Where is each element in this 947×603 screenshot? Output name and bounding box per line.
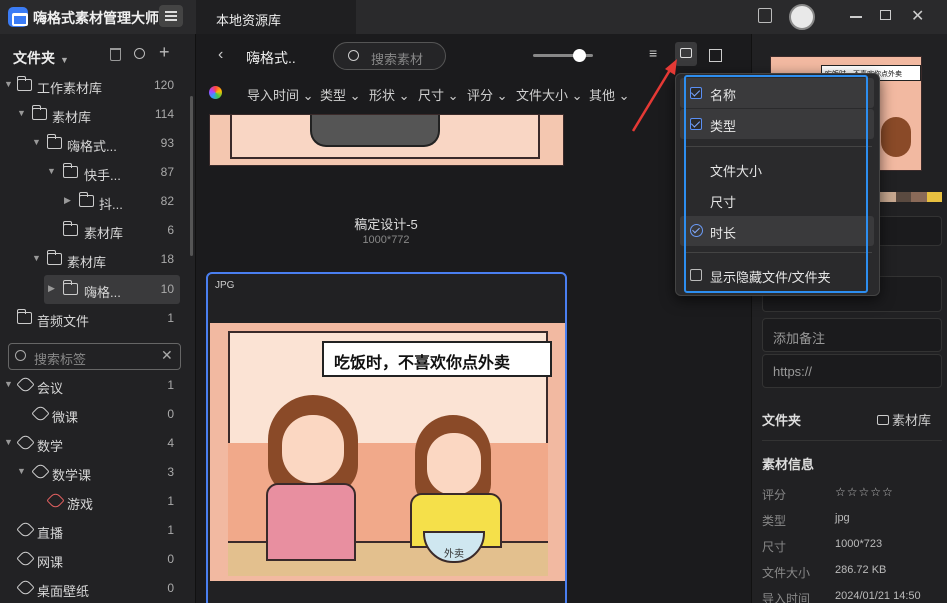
sidebar-tag[interactable]: ▼ 数学 4 [0,429,190,458]
color-swatch[interactable] [880,192,896,202]
search-icon[interactable] [134,48,145,59]
asset-dimensions: 1000*772 [362,234,410,246]
folder-icon [62,280,78,295]
sidebar-tag[interactable]: 直播 1 [0,516,190,545]
rating-stars[interactable]: ☆☆☆☆☆ [835,485,894,499]
panel-toggle-icon[interactable] [758,8,772,23]
tag-icon [31,404,50,423]
minimize-icon[interactable] [850,16,862,18]
url-input[interactable]: https:// [762,354,942,388]
filter-type[interactable]: 类型 ⌄ [320,85,361,104]
sidebar-tag[interactable]: 网课 0 [0,545,190,574]
highlight-box [684,75,868,293]
folder-icon [877,415,889,425]
info-label: 评分 [762,488,787,502]
tab-local-library[interactable]: 本地资源库 [196,0,356,34]
color-swatch[interactable] [926,192,942,202]
folder-icon [62,163,78,178]
color-swatch[interactable] [911,192,927,202]
sidebar: 文件夹 ▼ + ▼ 工作素材库 120 ▼ 素材库 114 ▼ 嗨格式... 93 ▼ 快手..… [0,34,196,603]
folder-icon [16,76,32,91]
sidebar-folder[interactable]: ▼ 工作素材库 120 [0,71,190,100]
close-icon[interactable]: ✕ [911,6,924,26]
folder-icon [78,192,94,207]
sidebar-folder[interactable]: ▼ 素材库 114 [0,100,190,129]
app-logo-icon [8,7,28,27]
asset-thumbnail[interactable] [209,114,564,166]
info-value: 1000*723 [835,538,883,550]
asset-card-selected[interactable]: JPG 吃饭时，不喜欢你点外卖 外卖 [206,272,567,603]
sidebar-folder[interactable]: 素材库 6 [0,216,190,245]
color-swatches [880,192,942,202]
filter-rating[interactable]: 评分 ⌄ [467,85,508,104]
title-bar: 嗨格式素材管理大师 本地资源库 ✕ [0,0,947,34]
folder-value[interactable]: 素材库 [877,410,931,429]
sidebar-tag[interactable]: 桌面壁纸 0 [0,574,190,603]
color-swatch[interactable] [895,192,911,202]
info-label: 导入时间 [762,592,811,603]
maximize-icon[interactable] [880,10,891,20]
info-title: 素材信息 [762,457,815,472]
tag-icon [16,520,35,539]
slider-handle[interactable] [573,49,586,62]
info-value: 2024/01/21 14:50 [835,590,921,602]
sidebar-folder[interactable]: ▼ 快手... 87 [0,158,190,187]
folder-icon [46,250,62,265]
note-input[interactable]: 添加备注 [762,318,942,352]
trash-icon[interactable] [110,48,121,61]
folder-icon [62,221,78,236]
asset-name: 稿定设计-5 [354,217,418,232]
asset-image: 吃饭时，不喜欢你点外卖 外卖 [210,323,565,581]
sidebar-folder[interactable]: 音频文件 1 [0,304,190,333]
tag-icon [16,433,35,452]
filter-import-time[interactable]: 导入时间 ⌄ [247,85,314,104]
filter-size[interactable]: 尺寸 ⌄ [418,85,459,104]
tag-icon [16,578,35,597]
sidebar-tag[interactable]: ▼ 会议 1 [0,371,190,400]
tag-search-input[interactable]: 搜索标签 ✕ [8,343,181,370]
avatar[interactable] [789,4,815,30]
folder-label: 文件夹 [762,413,802,428]
sidebar-tag[interactable]: 游戏 1 [0,487,190,516]
folder-icon [31,105,47,120]
tag-icon [16,375,35,394]
type-badge: JPG [215,280,235,291]
search-icon [15,350,26,361]
filter-other[interactable]: 其他 ⌄ [589,85,630,104]
grid-icon[interactable] [709,49,722,62]
filter-shape[interactable]: 形状 ⌄ [369,85,410,104]
sidebar-folder[interactable]: ▶ 抖... 82 [0,187,190,216]
info-label: 文件大小 [762,566,811,580]
sidebar-folder[interactable]: ▼ 嗨格式... 93 [0,129,190,158]
sidebar-folder[interactable]: ▼ 素材库 18 [0,245,190,274]
app-name: 嗨格式素材管理大师 [33,10,159,26]
color-filter-icon[interactable] [209,86,222,99]
add-icon[interactable]: + [159,42,170,63]
tag-icon [31,462,50,481]
filter-file-size[interactable]: 文件大小 ⌄ [516,85,583,104]
breadcrumb[interactable]: 嗨格式.. [246,48,296,68]
search-icon [348,50,359,61]
annotation-arrow-icon [631,59,677,132]
info-value: 286.72 KB [835,564,887,576]
comic-speech-text: 吃饭时，不喜欢你点外卖 [322,341,552,377]
asset-search-input[interactable]: 搜索素材 [333,42,446,70]
info-label: 类型 [762,514,787,528]
back-icon[interactable]: ‹ [218,46,223,64]
folder-icon [46,134,62,149]
folder-icon [16,309,32,324]
sidebar-folder-selected[interactable]: ▶ 嗨格... 10 [44,275,180,304]
info-label: 尺寸 [762,540,787,554]
folders-header[interactable]: 文件夹 ▼ [13,48,69,68]
info-value: jpg [835,512,850,524]
sidebar-scrollbar[interactable] [190,96,193,256]
menu-icon[interactable] [159,5,183,27]
tag-icon [16,549,35,568]
clear-icon[interactable]: ✕ [161,347,173,364]
sidebar-tag[interactable]: 微课 0 [0,400,190,429]
sidebar-tag[interactable]: ▼ 数学课 3 [0,458,190,487]
tag-icon [46,491,65,510]
